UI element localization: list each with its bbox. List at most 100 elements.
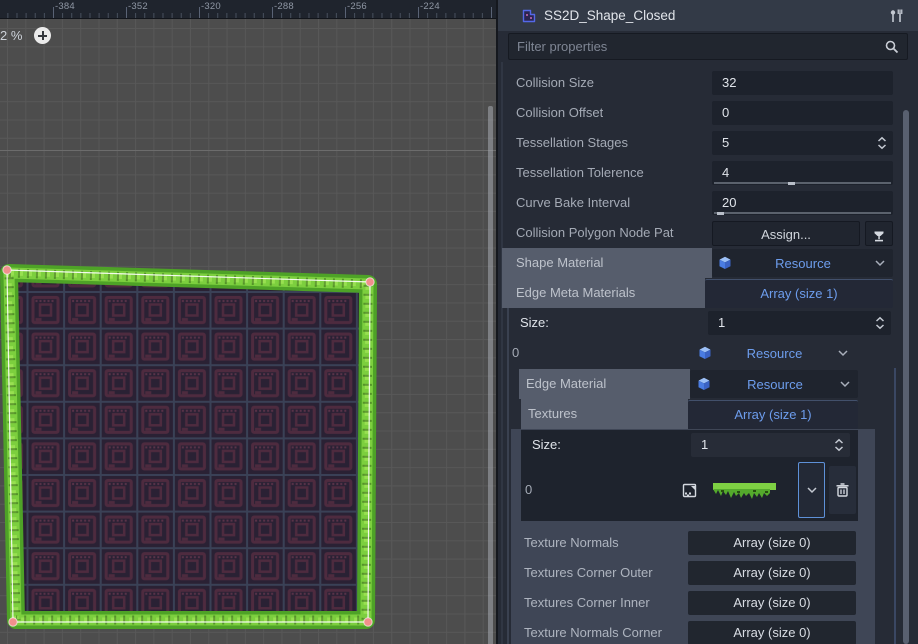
property-label: Collision Offset [516, 98, 603, 128]
property-label: Shape Material [516, 248, 603, 278]
updown-chevrons-icon[interactable] [833, 438, 845, 452]
textures-corner-outer-array-button[interactable]: Array (size 0) [688, 561, 856, 585]
property-label: Edge Material [526, 369, 606, 399]
property-row: Textures Array (size 1) [498, 399, 918, 429]
image-file-icon[interactable] [682, 483, 697, 498]
tessellation-stages-spinbox[interactable]: 5 [712, 131, 893, 155]
property-row: Texture Normals Array (size 0) [498, 528, 918, 558]
zoom-percentage[interactable]: 2 % [0, 28, 34, 43]
array-size-row: Size: 1 [498, 431, 918, 459]
viewport-vertical-scrollbar[interactable] [488, 106, 493, 644]
search-icon [885, 40, 899, 54]
assign-nodepath-button[interactable]: Assign... [712, 221, 860, 246]
slider-grabber[interactable] [717, 212, 724, 215]
property-value: 4 [712, 165, 729, 180]
property-label: Tessellation Stages [516, 128, 628, 158]
property-row: Edge Material Resource [498, 369, 918, 399]
tools-icon[interactable] [889, 8, 904, 24]
array-size-spinbox[interactable]: 1 [691, 433, 850, 457]
texture-normals-array-button[interactable]: Array (size 0) [688, 531, 856, 555]
chevron-down-icon[interactable] [837, 349, 849, 357]
property-label: Textures [528, 399, 577, 429]
slider-grabber[interactable] [788, 182, 795, 185]
property-row: Tessellation Stages 5 [498, 128, 918, 158]
property-row: Curve Bake Interval 20 [498, 188, 918, 218]
ruler-tick-label: -384 [55, 1, 75, 12]
property-row: Collision Polygon Node Pat Assign... [498, 218, 918, 248]
collision-size-input[interactable]: 32 [712, 71, 893, 95]
property-label: Textures Corner Outer [524, 558, 653, 588]
chevron-down-icon[interactable] [874, 259, 886, 267]
property-label: Tessellation Tolerence [516, 158, 644, 188]
texture-normals-corner-array-button[interactable]: Array (size 0) [688, 621, 856, 644]
shape-material-resource-picker[interactable]: Resource [712, 249, 893, 277]
edge-material-resource-picker[interactable]: Resource [690, 370, 858, 398]
slider-track[interactable] [714, 182, 891, 184]
chevron-down-icon [806, 486, 818, 494]
shape-fill [9, 273, 368, 620]
property-value: 5 [712, 135, 729, 150]
property-label: Texture Normals [524, 528, 619, 558]
grass-texture-preview[interactable] [713, 481, 776, 501]
property-label: Collision Size [516, 68, 594, 98]
property-label: Edge Meta Materials [516, 278, 635, 308]
ruler-tick-label: -256 [347, 1, 367, 12]
texture-dropdown-button[interactable] [798, 462, 825, 518]
array-size-row: Size: 1 [498, 308, 918, 338]
array-size-value: 1 [708, 315, 725, 330]
vertex-handle[interactable] [3, 266, 11, 274]
array-element-row: 0 Resource [498, 338, 918, 368]
property-row: Edge Meta Materials Array (size 1) [498, 278, 918, 308]
filter-properties-input[interactable]: Filter properties [508, 33, 908, 60]
element-index-label: 0 [525, 459, 532, 521]
property-label: Textures Corner Inner [524, 588, 650, 618]
ss2d-shape[interactable] [0, 18, 496, 644]
resource-link[interactable]: Resource [711, 377, 839, 392]
zoom-widget: 2 % [0, 27, 51, 44]
property-value: 32 [712, 75, 736, 90]
resource-cube-icon [698, 346, 712, 360]
edge-meta-materials-array-button[interactable]: Array (size 1) [705, 279, 893, 308]
property-row: Collision Size 32 [498, 68, 918, 98]
horizontal-ruler: -384 -352 -320 -288 -256 -224 [0, 0, 496, 19]
vertex-handle[interactable] [366, 278, 374, 286]
property-row: Tessellation Tolerence 4 [498, 158, 918, 188]
property-value: 0 [712, 105, 729, 120]
element-resource-picker[interactable]: Resource [690, 339, 858, 367]
element-index-label: 0 [512, 338, 519, 368]
updown-chevrons-icon[interactable] [874, 316, 886, 330]
ruler-tick-label: -320 [201, 1, 221, 12]
array-size-spinbox[interactable]: 1 [708, 311, 891, 335]
updown-chevrons-icon[interactable] [876, 136, 888, 150]
inspector-header: SS2D_Shape_Closed [498, 0, 918, 31]
curve-bake-interval-slider[interactable]: 20 [712, 191, 893, 215]
chevron-down-icon[interactable] [839, 380, 851, 388]
property-row: Texture Normals Corner Array (size 0) [498, 618, 918, 644]
pick-node-button[interactable] [865, 221, 893, 246]
collision-offset-input[interactable]: 0 [712, 101, 893, 125]
property-row: Textures Corner Inner Array (size 0) [498, 588, 918, 618]
textures-corner-inner-array-button[interactable]: Array (size 0) [688, 591, 856, 615]
vertex-handle[interactable] [364, 618, 372, 626]
property-label: Collision Polygon Node Pat [516, 218, 674, 248]
tessellation-tolerence-slider[interactable]: 4 [712, 161, 893, 185]
vertex-handle[interactable] [9, 618, 17, 626]
node-title: SS2D_Shape_Closed [544, 8, 889, 23]
viewport-2d[interactable]: 2 % -384 -352 -320 -288 -256 -224 [0, 0, 496, 644]
zoom-in-icon[interactable] [34, 27, 51, 44]
inspector-panel: SS2D_Shape_Closed Filter properties Coll… [498, 0, 918, 644]
resource-link[interactable]: Resource [732, 256, 874, 271]
property-label: Texture Normals Corner [524, 618, 662, 644]
godot-editor: 2 % -384 -352 -320 -288 -256 -224 SS2D_S… [0, 0, 918, 644]
slider-track[interactable] [714, 212, 891, 214]
textures-array-button[interactable]: Array (size 1) [688, 400, 858, 429]
array-size-value: 1 [691, 437, 708, 452]
texture-element-row: 0 [498, 459, 918, 521]
delete-texture-button[interactable] [829, 466, 856, 514]
array-size-label: Size: [520, 308, 549, 338]
ruler-tick-label: -352 [128, 1, 148, 12]
viewport-canvas[interactable]: 2 % [0, 18, 496, 644]
resource-link[interactable]: Resource [712, 346, 837, 361]
inspector-scrollbar[interactable] [903, 110, 909, 644]
filter-placeholder: Filter properties [517, 39, 885, 54]
